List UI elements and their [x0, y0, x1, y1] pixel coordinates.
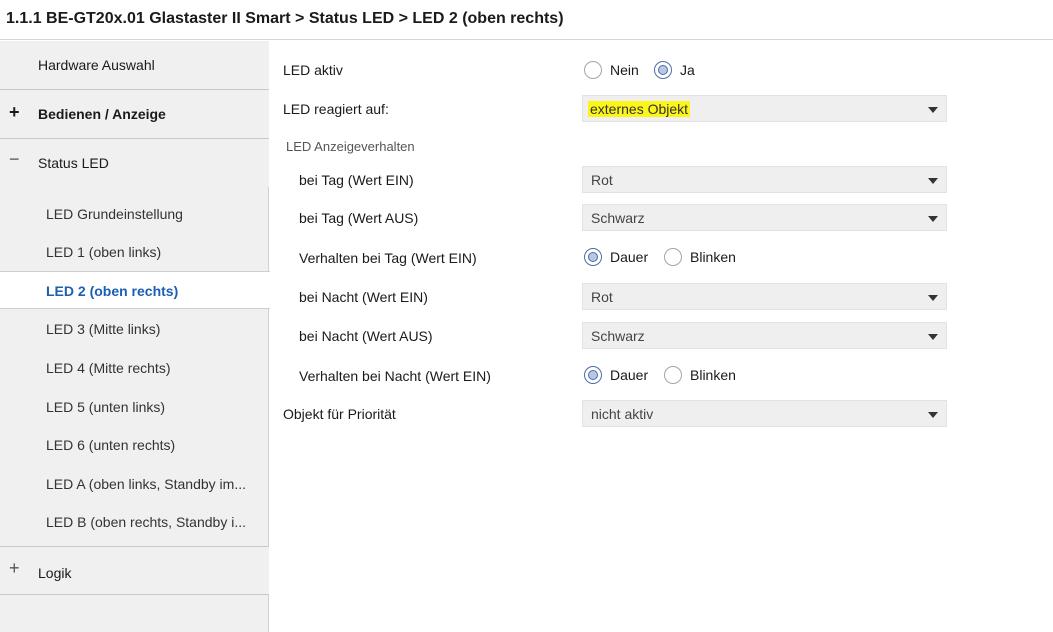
sidebar-subitem-led-2[interactable]: LED 2 (oben rechts): [0, 271, 270, 309]
tag-aus-label: bei Tag (Wert AUS): [299, 210, 419, 226]
radio-label: Ja: [680, 62, 695, 78]
tag-ein-label: bei Tag (Wert EIN): [299, 172, 414, 188]
nacht-ein-label: bei Nacht (Wert EIN): [299, 289, 428, 305]
verhalten-nacht-label: Verhalten bei Nacht (Wert EIN): [299, 368, 491, 384]
sidebar-subitem-label: LED A (oben links, Standby im...: [46, 476, 246, 492]
radio-dauer[interactable]: Dauer: [584, 247, 658, 269]
chevron-down-icon: [928, 295, 938, 301]
tag-ein-select[interactable]: Rot: [582, 166, 947, 193]
sidebar-subitem-led-b[interactable]: LED B (oben rechts, Standby i...: [0, 503, 269, 541]
select-value: nicht aktiv: [591, 406, 654, 422]
verhalten-tag-label: Verhalten bei Tag (Wert EIN): [299, 250, 477, 266]
tag-aus-select[interactable]: Schwarz: [582, 204, 947, 231]
radio-circle-selected: [584, 248, 602, 266]
sidebar-item-hardware-auswahl[interactable]: Hardware Auswahl: [0, 41, 269, 89]
expand-icon: +: [9, 102, 20, 122]
sidebar-subitem-led-5[interactable]: LED 5 (unten links): [0, 388, 269, 426]
radio-dauer[interactable]: Dauer: [584, 365, 658, 387]
radio-label: Blinken: [690, 249, 736, 265]
sidebar-subitem-label: LED 2 (oben rechts): [46, 283, 179, 299]
breadcrumb: 1.1.1 BE-GT20x.01 Glastaster II Smart > …: [6, 10, 564, 27]
select-value: Schwarz: [591, 210, 645, 226]
nacht-aus-label: bei Nacht (Wert AUS): [299, 328, 433, 344]
select-value: externes Objekt: [588, 101, 691, 117]
radio-blinken[interactable]: Blinken: [664, 247, 744, 269]
sidebar-item-label: Status LED: [38, 155, 109, 171]
radio-label: Blinken: [690, 367, 736, 383]
parameter-panel: LED aktiv Nein Ja LED reagiert auf: exte…: [270, 41, 1053, 632]
sidebar-subitem-label: LED Grundeinstellung: [46, 206, 183, 222]
sidebar-subitem-led-1[interactable]: LED 1 (oben links): [0, 233, 269, 271]
title-bar: 1.1.1 BE-GT20x.01 Glastaster II Smart > …: [0, 0, 1053, 40]
sidebar-subitem-label: LED 5 (unten links): [46, 399, 166, 415]
radio-label: Nein: [610, 62, 639, 78]
chevron-down-icon: [928, 412, 938, 418]
select-value: Rot: [591, 289, 613, 305]
sidebar-item-label: Hardware Auswahl: [38, 57, 155, 73]
select-value: Rot: [591, 172, 613, 188]
chevron-down-icon: [928, 334, 938, 340]
led-reagiert-label: LED reagiert auf:: [283, 101, 389, 117]
chevron-down-icon: [928, 178, 938, 184]
sidebar-subitem-led-6[interactable]: LED 6 (unten rechts): [0, 426, 269, 464]
radio-blinken[interactable]: Blinken: [664, 365, 744, 387]
group-label: LED Anzeigeverhalten: [286, 139, 415, 154]
chevron-down-icon: [928, 216, 938, 222]
prioritaet-label: Objekt für Priorität: [283, 406, 396, 422]
collapse-icon: −: [9, 149, 20, 169]
expand-icon: +: [9, 558, 20, 578]
sidebar-subitem-label: LED 1 (oben links): [46, 244, 162, 260]
sidebar-item-label: Logik: [38, 565, 72, 581]
sidebar-subitem-label: LED 3 (Mitte links): [46, 321, 161, 337]
nacht-aus-select[interactable]: Schwarz: [582, 322, 947, 349]
sidebar-item-label: Bedienen / Anzeige: [38, 106, 166, 122]
led-reagiert-select[interactable]: externes Objekt: [582, 95, 947, 122]
sidebar-subitem-label: LED 6 (unten rechts): [46, 437, 176, 453]
divider: [0, 594, 269, 595]
radio-ja[interactable]: Ja: [654, 60, 704, 82]
radio-circle: [584, 61, 602, 79]
prioritaet-select[interactable]: nicht aktiv: [582, 400, 947, 427]
sidebar-subitem-led-4[interactable]: LED 4 (Mitte rechts): [0, 349, 269, 387]
sidebar-subitem-led-grundeinstellung[interactable]: LED Grundeinstellung: [0, 195, 269, 233]
radio-circle: [664, 248, 682, 266]
radio-circle-selected: [654, 61, 672, 79]
sidebar-subitem-led-3[interactable]: LED 3 (Mitte links): [0, 310, 269, 348]
sidebar-subitem-led-a[interactable]: LED A (oben links, Standby im...: [0, 465, 269, 503]
sidebar-subitem-label: LED 4 (Mitte rechts): [46, 360, 171, 376]
sidebar-item-status-led[interactable]: − Status LED: [0, 139, 269, 187]
radio-circle: [664, 366, 682, 384]
radio-nein[interactable]: Nein: [584, 60, 648, 82]
led-aktiv-label: LED aktiv: [283, 62, 343, 78]
sidebar: Hardware Auswahl + Bedienen / Anzeige − …: [0, 41, 270, 632]
sidebar-item-logik[interactable]: + Logik: [0, 547, 269, 595]
radio-circle-selected: [584, 366, 602, 384]
select-value: Schwarz: [591, 328, 645, 344]
sidebar-subitem-label: LED B (oben rechts, Standby i...: [46, 514, 246, 530]
sidebar-item-bedienen-anzeige[interactable]: + Bedienen / Anzeige: [0, 90, 269, 138]
chevron-down-icon: [928, 107, 938, 113]
radio-label: Dauer: [610, 367, 649, 383]
radio-label: Dauer: [610, 249, 649, 265]
nacht-ein-select[interactable]: Rot: [582, 283, 947, 310]
